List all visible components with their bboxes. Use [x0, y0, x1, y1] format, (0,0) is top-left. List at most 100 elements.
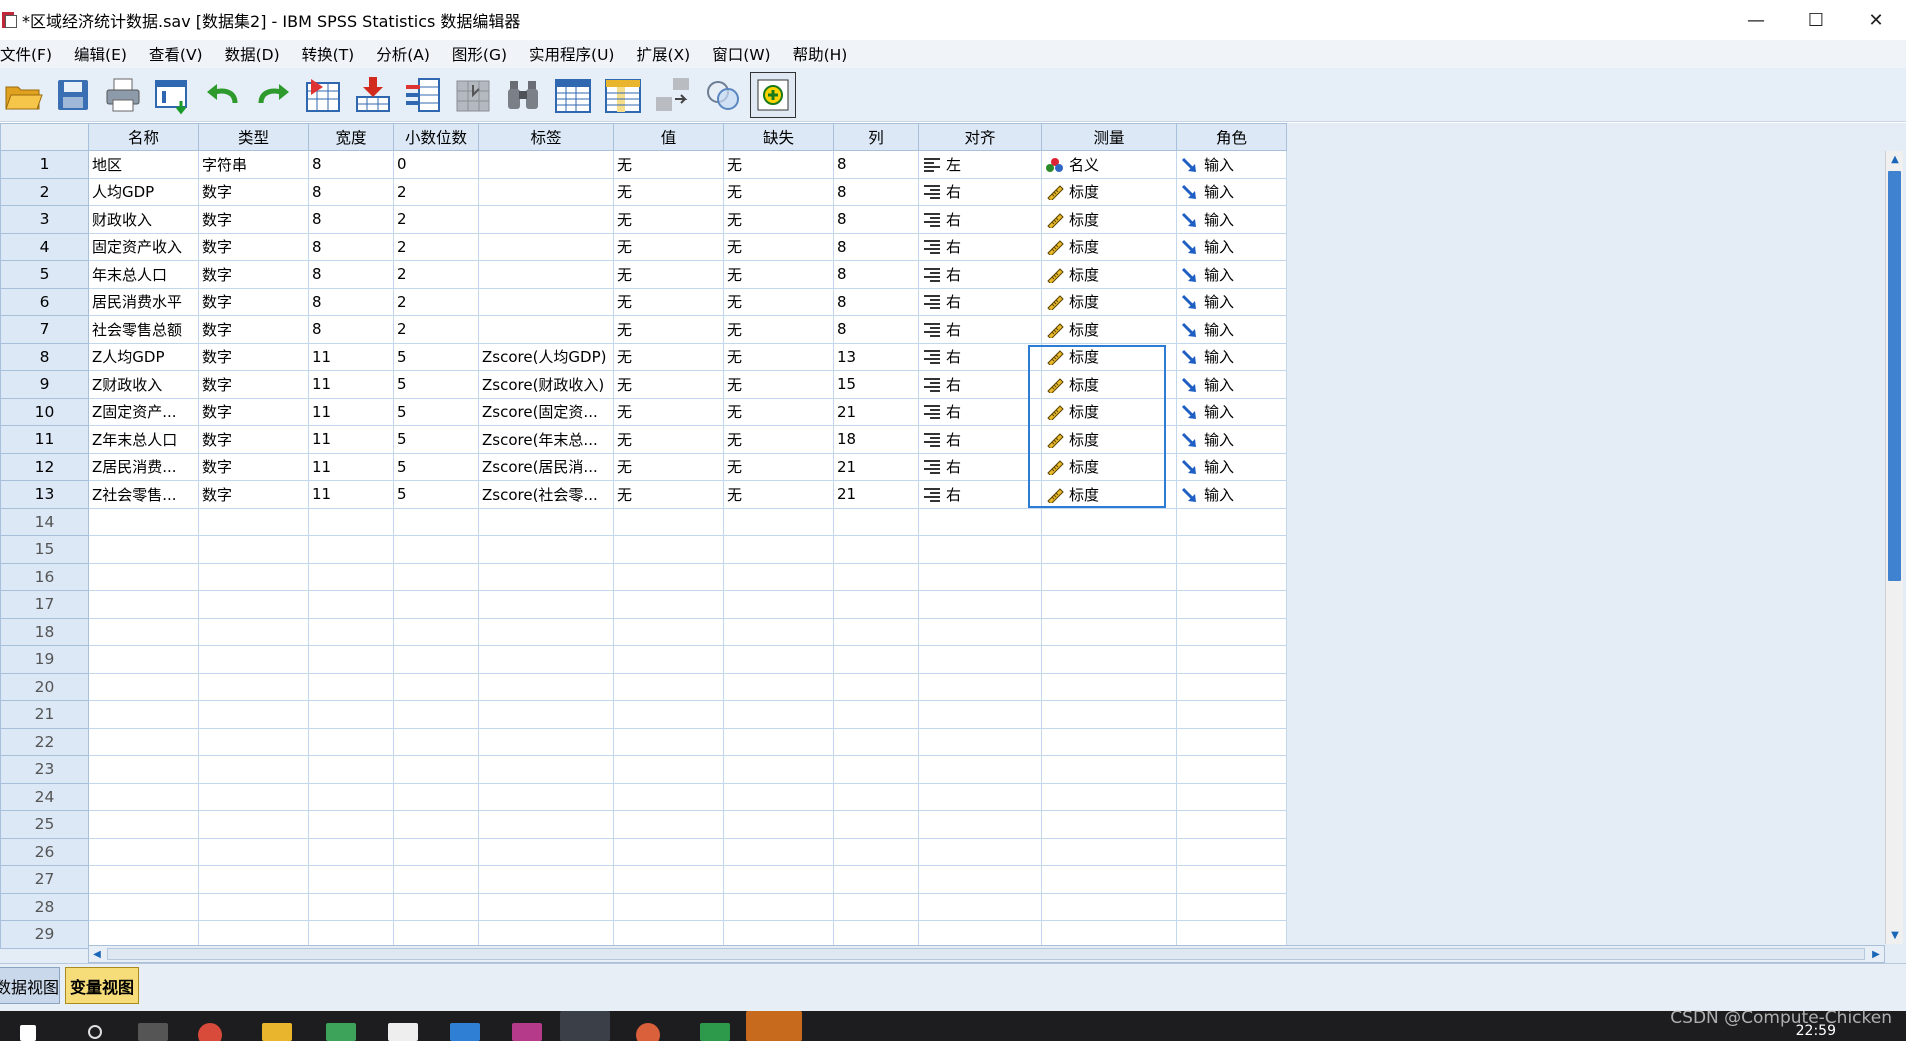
- column-header-width[interactable]: 宽度: [308, 123, 394, 151]
- empty-cell[interactable]: [613, 782, 724, 811]
- empty-cell[interactable]: [1041, 507, 1177, 536]
- row-number[interactable]: 27: [0, 865, 89, 894]
- row-number[interactable]: 1: [0, 150, 89, 179]
- empty-cell[interactable]: [88, 672, 199, 701]
- empty-cell[interactable]: [308, 892, 394, 921]
- empty-cell[interactable]: [833, 865, 919, 894]
- cell-values[interactable]: 无: [613, 315, 724, 344]
- empty-cell[interactable]: [918, 700, 1042, 729]
- empty-cell[interactable]: [1176, 920, 1287, 949]
- cell-values[interactable]: 无: [613, 232, 724, 261]
- cell-role[interactable]: 输入: [1176, 177, 1287, 206]
- taskbar-app-icon[interactable]: [746, 1011, 802, 1041]
- save-icon[interactable]: [50, 72, 96, 118]
- empty-cell[interactable]: [613, 755, 724, 784]
- cell-measure[interactable]: 标度: [1041, 397, 1177, 426]
- row-number[interactable]: 26: [0, 837, 89, 866]
- row-number[interactable]: 24: [0, 782, 89, 811]
- run-descriptives-icon[interactable]: [450, 72, 496, 118]
- cell-name[interactable]: 地区: [88, 150, 199, 179]
- cell-measure[interactable]: 标度: [1041, 452, 1177, 481]
- column-header-missing[interactable]: 缺失: [723, 123, 834, 151]
- cell-label[interactable]: [478, 287, 614, 316]
- empty-cell[interactable]: [918, 755, 1042, 784]
- cell-label[interactable]: [478, 260, 614, 289]
- menu-view[interactable]: 查看(V): [138, 43, 214, 65]
- table-row[interactable]: 19: [0, 645, 1287, 674]
- cell-width[interactable]: 11: [308, 452, 394, 481]
- cell-columns[interactable]: 8: [833, 177, 919, 206]
- menu-window[interactable]: 窗口(W): [701, 43, 781, 65]
- empty-cell[interactable]: [478, 672, 614, 701]
- cell-columns[interactable]: 8: [833, 205, 919, 234]
- cell-decimals[interactable]: 5: [393, 425, 479, 454]
- cell-align[interactable]: 右: [918, 370, 1042, 399]
- cell-columns[interactable]: 8: [833, 287, 919, 316]
- empty-cell[interactable]: [198, 865, 309, 894]
- empty-cell[interactable]: [918, 727, 1042, 756]
- cell-decimals[interactable]: 5: [393, 397, 479, 426]
- split-file-icon[interactable]: [650, 72, 696, 118]
- cell-measure[interactable]: 名义: [1041, 150, 1177, 179]
- table-row[interactable]: 7 社会零售总额 数字 8 2 无无 8 右标度 输入: [0, 315, 1287, 344]
- empty-cell[interactable]: [833, 920, 919, 949]
- vertical-scroll-thumb[interactable]: [1888, 171, 1901, 581]
- cell-align[interactable]: 右: [918, 260, 1042, 289]
- empty-cell[interactable]: [393, 837, 479, 866]
- empty-cell[interactable]: [918, 837, 1042, 866]
- empty-cell[interactable]: [918, 920, 1042, 949]
- cell-measure[interactable]: 标度: [1041, 480, 1177, 509]
- cell-label[interactable]: Zscore(人均GDP): [478, 342, 614, 371]
- empty-cell[interactable]: [1041, 837, 1177, 866]
- empty-cell[interactable]: [1176, 782, 1287, 811]
- empty-cell[interactable]: [308, 782, 394, 811]
- cell-decimals[interactable]: 5: [393, 342, 479, 371]
- empty-cell[interactable]: [88, 590, 199, 619]
- table-row[interactable]: 16: [0, 562, 1287, 591]
- cell-align[interactable]: 右: [918, 315, 1042, 344]
- empty-cell[interactable]: [308, 810, 394, 839]
- empty-cell[interactable]: [1041, 782, 1177, 811]
- empty-cell[interactable]: [198, 810, 309, 839]
- row-number[interactable]: 19: [0, 645, 89, 674]
- cell-name[interactable]: 居民消费水平: [88, 287, 199, 316]
- cell-align[interactable]: 左: [918, 150, 1042, 179]
- empty-cell[interactable]: [833, 727, 919, 756]
- cell-align[interactable]: 右: [918, 425, 1042, 454]
- cell-label[interactable]: [478, 315, 614, 344]
- empty-cell[interactable]: [1041, 755, 1177, 784]
- cell-type[interactable]: 数字: [198, 232, 309, 261]
- row-number[interactable]: 7: [0, 315, 89, 344]
- empty-cell[interactable]: [308, 672, 394, 701]
- row-number[interactable]: 16: [0, 562, 89, 591]
- menu-transform[interactable]: 转换(T): [291, 43, 366, 65]
- empty-cell[interactable]: [308, 755, 394, 784]
- close-button[interactable]: ✕: [1846, 0, 1906, 40]
- empty-cell[interactable]: [918, 535, 1042, 564]
- menu-analyze[interactable]: 分析(A): [365, 43, 441, 65]
- search-icon[interactable]: [88, 1025, 102, 1039]
- empty-cell[interactable]: [1041, 590, 1177, 619]
- empty-cell[interactable]: [833, 617, 919, 646]
- empty-cell[interactable]: [198, 782, 309, 811]
- cell-type[interactable]: 数字: [198, 177, 309, 206]
- cell-align[interactable]: 右: [918, 177, 1042, 206]
- empty-cell[interactable]: [613, 837, 724, 866]
- cell-label[interactable]: Zscore(财政收入): [478, 370, 614, 399]
- cell-type[interactable]: 数字: [198, 260, 309, 289]
- cell-values[interactable]: 无: [613, 342, 724, 371]
- empty-cell[interactable]: [88, 645, 199, 674]
- cell-type[interactable]: 数字: [198, 480, 309, 509]
- cell-width[interactable]: 8: [308, 205, 394, 234]
- empty-cell[interactable]: [1176, 810, 1287, 839]
- cell-values[interactable]: 无: [613, 425, 724, 454]
- cell-role[interactable]: 输入: [1176, 315, 1287, 344]
- table-row[interactable]: 5 年末总人口 数字 8 2 无无 8 右标度 输入: [0, 260, 1287, 289]
- menu-edit[interactable]: 编辑(E): [63, 43, 138, 65]
- empty-cell[interactable]: [723, 727, 834, 756]
- cell-missing[interactable]: 无: [723, 397, 834, 426]
- empty-cell[interactable]: [918, 782, 1042, 811]
- empty-cell[interactable]: [833, 507, 919, 536]
- empty-cell[interactable]: [723, 535, 834, 564]
- cell-columns[interactable]: 21: [833, 452, 919, 481]
